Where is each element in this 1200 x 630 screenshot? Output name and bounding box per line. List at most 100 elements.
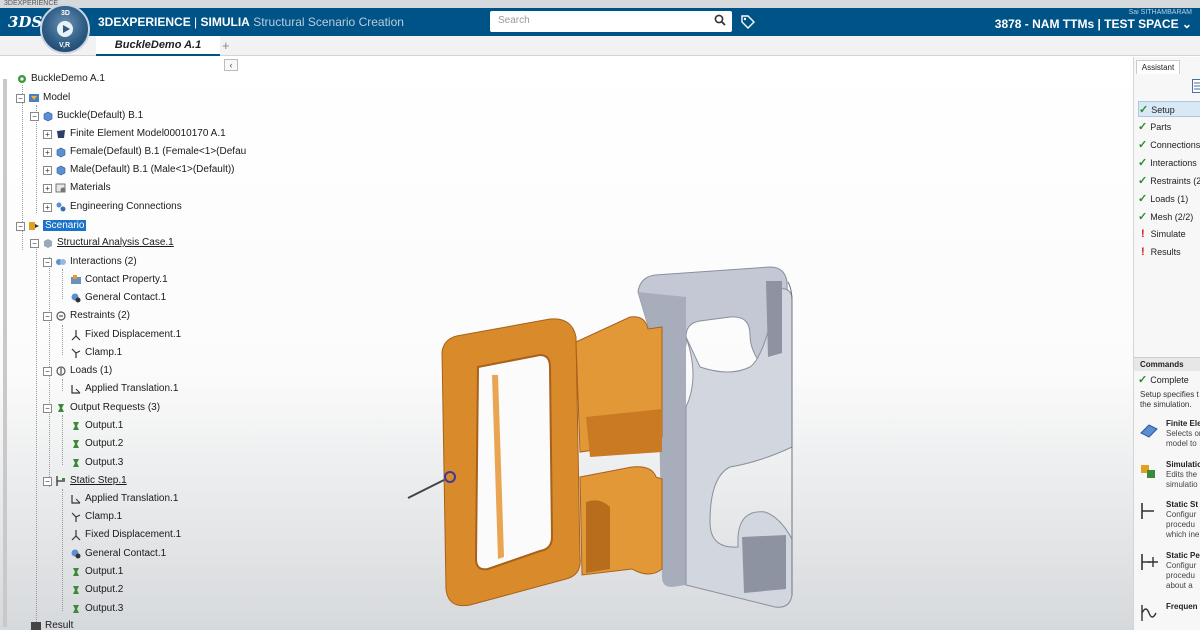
complete-button[interactable]: ✓ Complete	[1138, 373, 1189, 386]
tree-node-buckle[interactable]: − Buckle(Default) B.1	[30, 108, 143, 124]
tree-node-model[interactable]: − Model	[16, 90, 70, 106]
fixed-displacement-icon	[71, 530, 81, 541]
tree-node-general-contact[interactable]: General Contact.1	[70, 290, 166, 306]
search-input[interactable]: Search	[490, 11, 732, 32]
simulation-icon	[1141, 465, 1155, 478]
fixed-displacement-icon	[71, 330, 81, 341]
tree-node-fixed-displacement[interactable]: Fixed Displacement.1	[70, 327, 181, 343]
compass-widget[interactable]: 3D V,R	[40, 4, 90, 54]
tree-node-loads[interactable]: − Loads (1)	[43, 363, 112, 379]
check-icon: ✓	[1138, 157, 1148, 169]
tree-node-step-applied-translation[interactable]: Applied Translation.1	[70, 491, 178, 507]
tree-node-contact-property[interactable]: Contact Property.1	[70, 272, 168, 288]
tree-scrollbar[interactable]	[3, 79, 7, 627]
compass-top-label: 3D	[61, 10, 70, 17]
applied-translation-icon	[71, 385, 81, 394]
tree-node-step-output-2[interactable]: Output.2	[70, 582, 123, 598]
product-root-icon	[18, 75, 26, 83]
specification-tree: ‹ BuckleDemo A.1 − Model − Buckle(Default)…	[0, 57, 246, 630]
compass-bottom-label: V,R	[59, 42, 71, 49]
buckle-model[interactable]	[400, 177, 900, 617]
step-connections[interactable]: ✓ Connections	[1138, 137, 1200, 153]
tree-node-female[interactable]: + Female(Default) B.1 (Female<1>(Defau	[43, 144, 246, 160]
tree-node-root[interactable]: BuckleDemo A.1	[16, 71, 105, 87]
female-buckle-part	[407, 316, 663, 607]
expand-toggle[interactable]: +	[43, 129, 52, 139]
collab-space-selector[interactable]: 3878 - NAM TTMs | TEST SPACE ⌄	[995, 17, 1192, 31]
user-name: Sai SITHAMBARAM	[1128, 9, 1192, 16]
collapse-toggle[interactable]: −	[43, 311, 52, 321]
window-strip: 3DEXPERIENCE	[0, 0, 1200, 8]
tree-node-engineering-connections[interactable]: + Engineering Connections	[43, 199, 182, 215]
tree-node-male[interactable]: + Male(Default) B.1 (Male<1>(Default))	[43, 162, 235, 178]
tree-node-output-2[interactable]: Output.2	[70, 436, 123, 452]
collapse-toggle[interactable]: −	[43, 403, 52, 413]
loads-icon	[56, 366, 66, 376]
tab-assistant[interactable]: Assistant	[1136, 60, 1180, 74]
document-icon[interactable]	[1192, 79, 1200, 93]
user-block[interactable]: Sai SITHAMBARAM 3878 - NAM TTMs | TEST S…	[995, 9, 1192, 31]
clamp-icon	[71, 348, 81, 358]
tree-node-applied-translation[interactable]: Applied Translation.1	[70, 381, 178, 397]
contact-property-icon	[71, 275, 81, 284]
tree-node-step-output-1[interactable]: Output.1	[70, 564, 123, 580]
tree-node-static-step[interactable]: − Static Step.1	[43, 473, 127, 489]
step-setup[interactable]: ✓ Setup	[1138, 101, 1200, 117]
collapse-toggle[interactable]: −	[16, 221, 25, 231]
expand-toggle[interactable]: +	[43, 202, 52, 212]
check-icon: ✓	[1138, 175, 1148, 187]
step-mesh[interactable]: ✓ Mesh (2/2)	[1138, 209, 1200, 225]
interactions-icon	[56, 259, 66, 265]
tree-node-analysis-case[interactable]: − Structural Analysis Case.1	[30, 235, 174, 251]
tree-node-step-clamp[interactable]: Clamp.1	[70, 509, 122, 525]
warning-icon: !	[1141, 246, 1145, 258]
step-interactions[interactable]: ✓ Interactions	[1138, 155, 1200, 171]
search-icon[interactable]	[714, 14, 726, 26]
tree-guide	[62, 269, 63, 299]
check-icon: ✓	[1138, 211, 1148, 223]
static-step-icon	[56, 476, 65, 486]
check-icon: ✓	[1138, 193, 1148, 205]
collapse-toggle[interactable]: −	[43, 476, 52, 486]
tree-node-output-requests[interactable]: − Output Requests (3)	[43, 400, 160, 416]
collapse-tree-button[interactable]: ‹	[224, 59, 238, 71]
tree-node-restraints[interactable]: − Restraints (2)	[43, 308, 130, 324]
tab-buckledemo[interactable]: BuckleDemo A.1	[96, 36, 220, 56]
tree-node-interactions[interactable]: − Interactions (2)	[43, 254, 137, 270]
collapse-toggle[interactable]: −	[43, 257, 52, 267]
step-loads[interactable]: ✓ Loads (1)	[1138, 191, 1200, 207]
tree-node-result[interactable]: Result	[30, 618, 73, 630]
step-parts[interactable]: ✓ Parts	[1138, 119, 1200, 135]
tree-node-clamp[interactable]: Clamp.1	[70, 345, 122, 361]
static-perturbation-icon	[1141, 554, 1158, 570]
collapse-toggle[interactable]: −	[43, 366, 52, 376]
expand-toggle[interactable]: +	[43, 147, 52, 157]
collapse-toggle[interactable]: −	[30, 238, 39, 248]
tree-node-output-1[interactable]: Output.1	[70, 418, 123, 434]
collapse-toggle[interactable]: −	[30, 111, 39, 121]
expand-toggle[interactable]: +	[43, 183, 52, 193]
tree-node-scenario[interactable]: − Scenario	[16, 218, 87, 234]
brand-module: SIMULIA	[200, 15, 250, 29]
tree-node-output-3[interactable]: Output.3	[70, 455, 123, 471]
tree-guide	[62, 415, 63, 465]
tree-node-materials[interactable]: + Materials	[43, 180, 111, 196]
brand-separator: |	[190, 15, 201, 29]
step-results[interactable]: ! Results	[1138, 244, 1200, 260]
static-step-icon	[1141, 503, 1154, 519]
output-icon	[73, 586, 79, 594]
tree-node-step-output-3[interactable]: Output.3	[70, 601, 123, 617]
expand-toggle[interactable]: +	[43, 165, 52, 175]
tree-node-step-general-contact[interactable]: General Contact.1	[70, 546, 166, 562]
step-simulate[interactable]: ! Simulate	[1138, 226, 1200, 242]
check-icon: ✓	[1138, 139, 1148, 151]
add-tab-icon[interactable]: +	[222, 38, 230, 53]
step-restraints[interactable]: ✓ Restraints (2	[1138, 173, 1200, 189]
tree-node-step-fixed-displacement[interactable]: Fixed Displacement.1	[70, 527, 181, 543]
tab-bar: BuckleDemo A.1 +	[0, 36, 1200, 56]
tag-icon[interactable]	[740, 14, 756, 30]
part-icon	[56, 147, 66, 158]
clamp-icon	[71, 512, 81, 522]
tree-node-fem[interactable]: + Finite Element Model00010170 A.1	[43, 126, 226, 142]
collapse-toggle[interactable]: −	[16, 93, 25, 103]
